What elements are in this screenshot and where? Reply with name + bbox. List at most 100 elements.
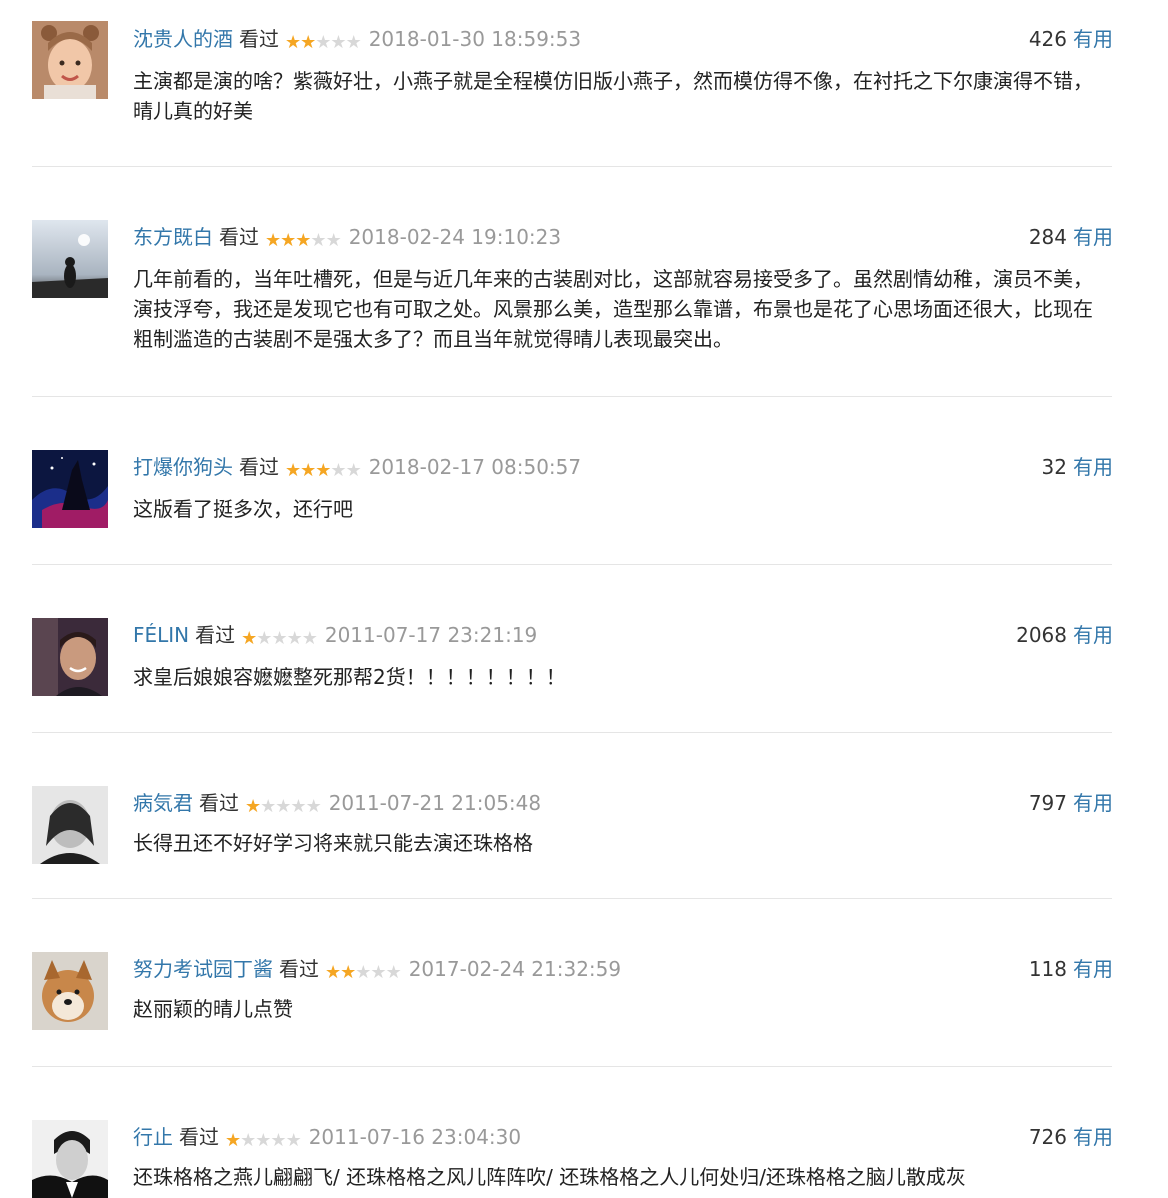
username-link[interactable]: 病気君	[133, 791, 193, 815]
username-link[interactable]: 东方既白	[133, 225, 213, 249]
watch-status: 看过	[279, 957, 319, 981]
vote-count: 426	[1028, 27, 1067, 51]
star-empty-icon: ★	[255, 1130, 271, 1151]
avatar[interactable]	[32, 220, 108, 298]
star-empty-icon: ★	[345, 32, 362, 53]
comment-header: 东方既白 看过 ★★★★★ 2018-02-24 19:10:23 284 有用	[133, 217, 1113, 257]
comment-time: 2018-01-30 18:59:53	[368, 27, 582, 51]
avatar-image-icon	[32, 952, 108, 1030]
vote-area: 2068 有用	[1016, 615, 1113, 655]
star-filled-icon: ★	[295, 230, 311, 251]
star-empty-icon: ★	[256, 628, 272, 649]
comment-time: 2011-07-16 23:04:30	[308, 1125, 522, 1149]
rating-stars: ★★★★★	[225, 1121, 302, 1161]
star-empty-icon: ★	[330, 460, 346, 481]
avatar[interactable]	[32, 618, 108, 696]
comment-header: FÉLIN 看过 ★★★★★ 2011-07-17 23:21:19 2068 有用	[133, 615, 1113, 655]
useful-button[interactable]: 有用	[1073, 455, 1113, 479]
rating-stars: ★★★★★	[325, 953, 402, 993]
useful-button[interactable]: 有用	[1073, 957, 1113, 981]
username-link[interactable]: FÉLIN	[133, 623, 189, 647]
useful-button[interactable]: 有用	[1073, 623, 1113, 647]
star-filled-icon: ★	[285, 460, 301, 481]
star-filled-icon: ★	[340, 962, 356, 983]
avatar-image-icon	[32, 1120, 108, 1198]
star-empty-icon: ★	[260, 796, 276, 817]
rating-stars: ★★★★★	[245, 787, 322, 827]
comment-time: 2017-02-24 21:32:59	[408, 957, 622, 981]
star-filled-icon: ★	[325, 962, 341, 983]
avatar-image-icon	[32, 220, 108, 298]
star-filled-icon: ★	[265, 230, 281, 251]
username-link[interactable]: 打爆你狗头	[133, 455, 233, 479]
vote-count: 284	[1028, 225, 1067, 249]
watch-status: 看过	[239, 27, 279, 51]
comment-header: 努力考试园丁酱 看过 ★★★★★ 2017-02-24 21:32:59 118 有用	[133, 949, 1113, 989]
avatar[interactable]	[32, 21, 108, 99]
watch-status: 看过	[179, 1125, 219, 1149]
avatar[interactable]	[32, 1120, 108, 1198]
star-filled-icon: ★	[280, 230, 296, 251]
comment-text: 求皇后娘娘容嬷嬷整死那帮2货！！！！！！！！	[133, 665, 566, 689]
vote-area: 32 有用	[1042, 447, 1113, 487]
comment-header: 沈贵人的酒 看过 ★★★★★ 2018-01-30 18:59:53 426 有用	[133, 19, 1113, 59]
username-link[interactable]: 行止	[133, 1125, 173, 1149]
avatar-image-icon	[32, 450, 108, 528]
star-empty-icon: ★	[355, 962, 371, 983]
comment-header: 行止 看过 ★★★★★ 2011-07-16 23:04:30 726 有用	[133, 1117, 1113, 1157]
star-empty-icon: ★	[240, 1130, 256, 1151]
comment-time: 2018-02-17 08:50:57	[368, 455, 582, 479]
avatar[interactable]	[32, 450, 108, 528]
star-empty-icon: ★	[305, 796, 322, 817]
star-filled-icon: ★	[285, 32, 301, 53]
useful-button[interactable]: 有用	[1073, 1125, 1113, 1149]
watch-status: 看过	[199, 791, 239, 815]
username-link[interactable]: 沈贵人的酒	[133, 27, 233, 51]
star-empty-icon: ★	[270, 1130, 286, 1151]
vote-area: 797 有用	[1029, 783, 1113, 823]
star-filled-icon: ★	[225, 1130, 241, 1151]
avatar-image-icon	[32, 618, 108, 696]
divider	[32, 166, 1112, 167]
vote-count: 32	[1041, 455, 1067, 479]
avatar[interactable]	[32, 952, 108, 1030]
avatar-image-icon	[32, 786, 108, 864]
star-empty-icon: ★	[315, 32, 331, 53]
watch-status: 看过	[195, 623, 236, 647]
star-empty-icon: ★	[275, 796, 291, 817]
watch-status: 看过	[239, 455, 279, 479]
rating-stars: ★★★★★	[285, 23, 362, 63]
rating-stars: ★★★★★	[241, 619, 318, 659]
comment-text: 赵丽颖的晴儿点赞	[133, 997, 293, 1021]
comment-text: 还珠格格之燕儿翩翩飞/ 还珠格格之风儿阵阵吹/ 还珠格格之人儿何处归/还珠格格之…	[133, 1165, 966, 1189]
watch-status: 看过	[219, 225, 259, 249]
star-empty-icon: ★	[290, 796, 306, 817]
comment-text: 长得丑还不好好学习将来就只能去演还珠格格	[133, 831, 533, 855]
vote-count: 2068	[1016, 623, 1067, 647]
avatar[interactable]	[32, 786, 108, 864]
divider	[32, 1066, 1112, 1067]
useful-button[interactable]: 有用	[1073, 791, 1113, 815]
divider	[32, 732, 1112, 733]
comment-text: 主演都是演的啥？紫薇好壮，小燕子就是全程模仿旧版小燕子，然而模仿得不像，在衬托之…	[133, 69, 1093, 123]
useful-button[interactable]: 有用	[1073, 27, 1113, 51]
vote-count: 797	[1028, 791, 1067, 815]
username-link[interactable]: 努力考试园丁酱	[133, 957, 273, 981]
star-filled-icon: ★	[300, 460, 316, 481]
vote-area: 726 有用	[1029, 1117, 1113, 1157]
star-empty-icon: ★	[330, 32, 346, 53]
useful-button[interactable]: 有用	[1073, 225, 1113, 249]
comment-header: 打爆你狗头 看过 ★★★★★ 2018-02-17 08:50:57 32 有用	[133, 447, 1113, 487]
vote-count: 726	[1028, 1125, 1067, 1149]
star-empty-icon: ★	[310, 230, 326, 251]
comment-text: 这版看了挺多次，还行吧	[133, 497, 353, 521]
star-empty-icon: ★	[301, 628, 318, 649]
star-empty-icon: ★	[370, 962, 386, 983]
star-empty-icon: ★	[385, 962, 402, 983]
rating-stars: ★★★★★	[285, 451, 362, 491]
comment-time: 2018-02-24 19:10:23	[348, 225, 562, 249]
star-empty-icon: ★	[285, 1130, 302, 1151]
divider	[32, 898, 1112, 899]
avatar-image-icon	[32, 21, 108, 99]
vote-area: 426 有用	[1029, 19, 1113, 59]
